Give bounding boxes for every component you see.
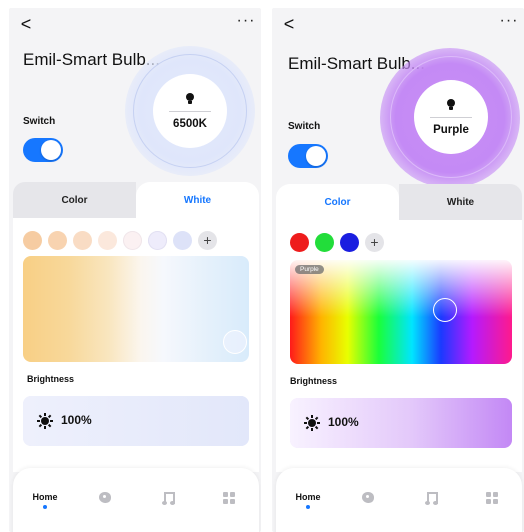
active-indicator [306, 505, 310, 509]
switch-label: Switch [288, 121, 321, 132]
color-handle[interactable] [433, 298, 457, 322]
swatch-green[interactable] [315, 233, 334, 252]
nav-music[interactable] [149, 492, 189, 516]
bulb-divider [169, 110, 211, 112]
switch-label: Switch [23, 116, 56, 127]
swatch-4[interactable] [98, 231, 117, 250]
swatch-6[interactable] [148, 231, 167, 250]
white-card: + Brightness 100% [13, 218, 259, 472]
nav-home[interactable]: Home [25, 492, 65, 516]
nav-grid[interactable] [209, 492, 249, 516]
white-mode-screen: < ··· Emil-Smart Bulb... 6500K Switch Co… [9, 8, 261, 532]
bottom-nav: Home [13, 468, 259, 532]
more-dots-icon: ··· [499, 12, 519, 29]
chevron-left-icon: < [20, 13, 32, 34]
hue-saturation-picker[interactable]: Purple [290, 260, 512, 364]
brightness-slider[interactable]: 100% [290, 398, 512, 448]
nav-music[interactable] [412, 492, 452, 516]
swatch-7[interactable] [173, 231, 192, 250]
more-button[interactable]: ··· [498, 12, 520, 30]
mode-tabs: Color White [276, 184, 522, 220]
nav-palette[interactable] [85, 492, 125, 516]
device-name: Emil-Smart Bulb... [23, 50, 160, 69]
brightness-label: Brightness [27, 374, 75, 384]
swatch-blue[interactable] [340, 233, 359, 252]
toggle-knob [306, 146, 326, 166]
bulb-preview[interactable]: Purple [414, 80, 488, 154]
chevron-left-icon: < [283, 13, 295, 34]
active-indicator [43, 505, 47, 509]
color-mode-screen: < ··· Emil-Smart Bulb... Purple Switch C… [272, 8, 524, 532]
bulb-value-label: Purple [433, 123, 469, 136]
sun-icon [304, 415, 320, 431]
grid-icon [486, 492, 498, 504]
lightbulb-icon [185, 92, 195, 107]
tab-white[interactable]: White [399, 184, 522, 220]
picker-color-tag: Purple [295, 265, 324, 274]
brightness-value: 100% [61, 413, 92, 427]
brightness-slider[interactable]: 100% [23, 396, 249, 446]
bulb-preview[interactable]: 6500K [153, 74, 227, 148]
nav-home-label: Home [32, 492, 58, 502]
swatch-5[interactable] [123, 231, 142, 250]
palette-icon [362, 492, 374, 503]
swatch-3[interactable] [73, 231, 92, 250]
back-button[interactable]: < [280, 14, 298, 34]
music-icon [161, 492, 175, 505]
tab-color[interactable]: Color [13, 182, 136, 218]
toggle-knob [41, 140, 61, 160]
music-icon [424, 492, 438, 505]
back-button[interactable]: < [17, 14, 35, 34]
nav-grid[interactable] [472, 492, 512, 516]
power-toggle[interactable] [288, 144, 328, 168]
white-temperature-picker[interactable] [23, 256, 249, 362]
temperature-handle[interactable] [223, 330, 247, 354]
bulb-divider [430, 116, 472, 118]
color-card: + Purple Brightness 100% [276, 220, 522, 472]
nav-home[interactable]: Home [288, 492, 328, 516]
tab-color[interactable]: Color [276, 184, 399, 220]
add-swatch-button[interactable]: + [198, 231, 217, 250]
more-button[interactable]: ··· [235, 12, 257, 30]
grid-icon [223, 492, 235, 504]
swatch-red[interactable] [290, 233, 309, 252]
bottom-nav: Home [276, 468, 522, 532]
nav-palette[interactable] [348, 492, 388, 516]
power-toggle[interactable] [23, 138, 63, 162]
add-swatch-button[interactable]: + [365, 233, 384, 252]
mode-tabs: Color White [13, 182, 259, 218]
swatch-1[interactable] [23, 231, 42, 250]
nav-home-label: Home [295, 492, 321, 502]
sun-icon [37, 413, 53, 429]
brightness-fill [23, 396, 249, 446]
brightness-value: 100% [328, 415, 359, 429]
lightbulb-icon [446, 98, 456, 113]
brightness-label: Brightness [290, 376, 338, 386]
bulb-value-label: 6500K [173, 117, 207, 130]
palette-icon [99, 492, 111, 503]
brightness-fill [290, 398, 512, 448]
more-dots-icon: ··· [236, 12, 256, 29]
swatch-2[interactable] [48, 231, 67, 250]
tab-white[interactable]: White [136, 182, 259, 218]
